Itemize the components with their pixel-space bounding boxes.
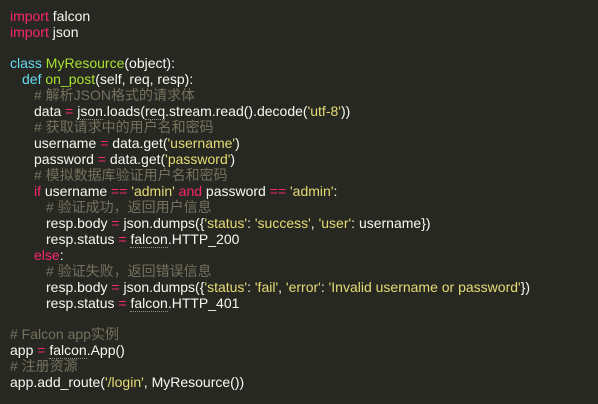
- comment-line: # 获取请求中的用户名和密码: [34, 119, 214, 135]
- code-line-4: class MyResource(object):: [10, 55, 175, 71]
- code-editor[interactable]: import falcon import json class MyResour…: [0, 0, 598, 404]
- code-line-2: import json: [10, 24, 79, 40]
- comment-line: # Falcon app实例: [10, 326, 119, 342]
- code-line-19: resp.status = falcon.HTTP_401: [46, 295, 240, 312]
- keyword-and: and: [178, 183, 203, 199]
- comment-line: # 解析JSON格式的请求体: [34, 87, 196, 103]
- code-line-15: resp.status = falcon.HTTP_200: [46, 231, 240, 248]
- comment-line: # 验证成功，返回用户信息: [46, 199, 212, 215]
- keyword-else: else: [34, 247, 60, 263]
- code-line-7: data = json.loads(req.stream.read().deco…: [34, 103, 351, 120]
- class-name: MyResource: [45, 55, 125, 71]
- comment-line: # 验证失败，返回错误信息: [46, 263, 212, 279]
- keyword-import: import: [10, 8, 49, 24]
- keyword-import: import: [10, 24, 49, 40]
- comment-line: # 模拟数据库验证用户名和密码: [34, 167, 228, 183]
- method-name: on_post: [45, 71, 96, 87]
- comment-line: # 注册资源: [10, 358, 78, 374]
- keyword-if: if: [34, 183, 41, 199]
- keyword-def: def: [22, 71, 42, 87]
- code-line-1: import falcon: [10, 8, 91, 24]
- code-line-10: password = data.get('password'): [34, 151, 236, 167]
- keyword-class: class: [10, 55, 42, 71]
- code-line-12: if username == 'admin' and password == '…: [34, 183, 338, 199]
- code-line-9: username = data.get('username'): [34, 135, 240, 151]
- code-line-18: resp.body = json.dumps({'status': 'fail'…: [46, 279, 531, 295]
- code-line-5: def on_post(self, req, resp):: [22, 71, 194, 87]
- code-line-16: else:: [34, 247, 64, 263]
- code-line-22: app = falcon.App(): [10, 342, 125, 359]
- code-line-14: resp.body = json.dumps({'status': 'succe…: [46, 215, 431, 231]
- code-line-24: app.add_route('/login', MyResource()): [10, 374, 245, 390]
